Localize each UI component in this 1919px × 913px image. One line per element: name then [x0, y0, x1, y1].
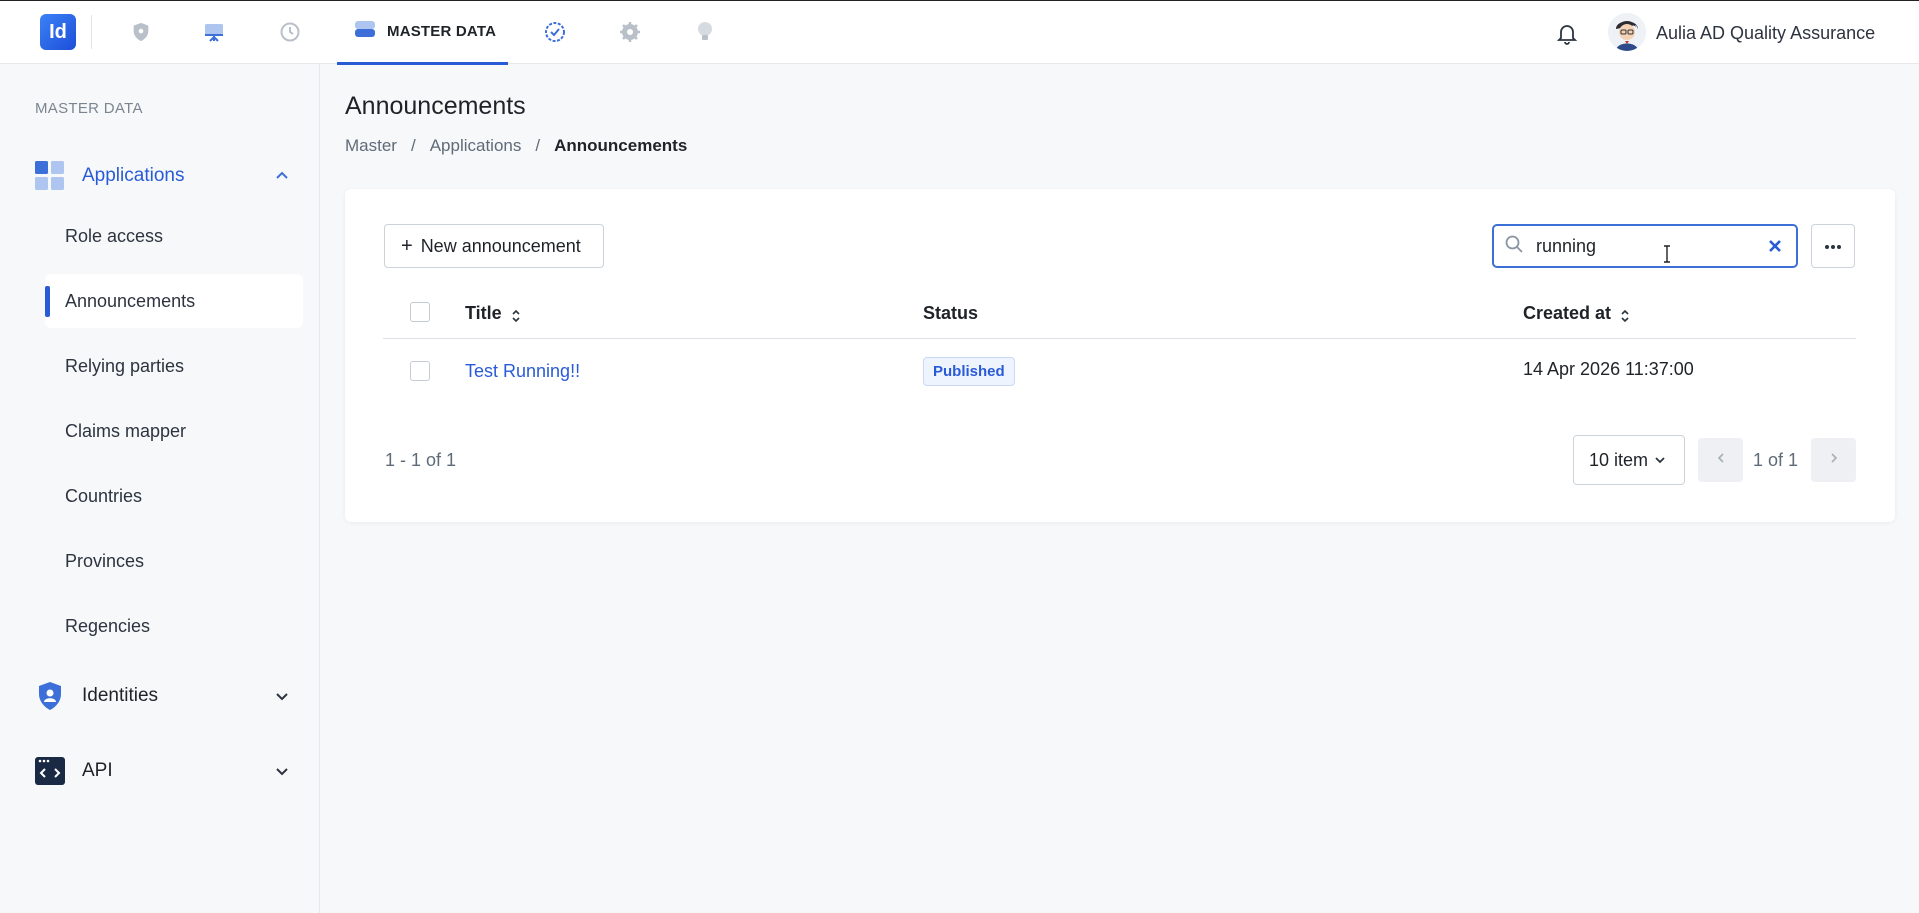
page-size-value: 10 item [1589, 449, 1649, 470]
chevron-down-icon [274, 763, 290, 779]
chevron-right-icon [1829, 451, 1839, 469]
select-all-checkbox[interactable] [410, 302, 430, 322]
more-horizontal-icon [1824, 237, 1842, 255]
breadcrumb: Master / Applications / Announcements [345, 136, 687, 156]
logo-divider [91, 15, 92, 49]
announcements-card: + New announcement Title Status Created … [345, 189, 1895, 522]
plus-icon: + [401, 234, 413, 257]
shield-icon[interactable] [128, 19, 154, 45]
sidebar-item-claims-mapper[interactable]: Claims mapper [45, 404, 303, 458]
sidebar-section-label: MASTER DATA [35, 100, 143, 117]
sort-icon[interactable] [510, 307, 522, 322]
next-page-button[interactable] [1811, 438, 1856, 482]
text-cursor-icon [1662, 245, 1672, 263]
sidebar-group-identities[interactable]: Identities [34, 678, 296, 714]
breadcrumb-item-applications[interactable]: Applications [430, 136, 522, 156]
column-created-at-label: Created at [1523, 303, 1612, 323]
bell-icon[interactable] [1555, 21, 1579, 45]
logo-text: Id [49, 20, 67, 43]
dashboard-icon[interactable] [201, 19, 227, 45]
breadcrumb-item-current: Announcements [554, 136, 688, 155]
grid-icon [34, 160, 66, 192]
column-created-at[interactable]: Created at [1523, 303, 1631, 324]
user-name[interactable]: Aulia AD Quality Assurance [1656, 23, 1875, 44]
page-title: Announcements [345, 92, 526, 120]
sidebar-item-label: Relying parties [65, 355, 185, 376]
app-logo[interactable]: Id [40, 14, 76, 50]
chevron-up-icon [274, 168, 290, 184]
sidebar-item-regencies[interactable]: Regencies [45, 599, 303, 653]
sidebar-item-relying-parties[interactable]: Relying parties [45, 339, 303, 393]
chevron-left-icon [1716, 451, 1726, 469]
lightbulb-icon[interactable] [692, 19, 718, 45]
sidebar-item-label: Provinces [65, 550, 145, 571]
user-shield-icon [34, 680, 66, 712]
prev-page-button[interactable] [1698, 438, 1743, 482]
table-header: Title Status Created at [383, 285, 1856, 339]
search-box[interactable] [1492, 224, 1798, 268]
page-indicator: 1 of 1 [1753, 450, 1799, 470]
sidebar-item-countries[interactable]: Countries [45, 469, 303, 523]
search-icon [1504, 234, 1524, 259]
sidebar-group-label: API [82, 760, 113, 781]
sidebar-group-applications[interactable]: Applications [34, 158, 296, 194]
new-announcement-label: New announcement [420, 235, 581, 256]
announcement-title-link[interactable]: Test Running!! [465, 361, 580, 382]
top-navbar: Id MASTER DATA Aulia AD Quality Assuranc… [0, 0, 1919, 65]
badge-check-icon[interactable] [542, 19, 568, 45]
table-row: Test Running!! Published 14 Apr 2026 11:… [383, 339, 1856, 403]
sidebar-item-label: Regencies [65, 615, 151, 636]
column-status: Status [923, 303, 978, 324]
chevron-down-icon [1654, 450, 1666, 471]
sidebar: MASTER DATA Applications Role access Ann… [0, 64, 320, 913]
breadcrumb-item-master[interactable]: Master [345, 136, 397, 156]
column-status-label: Status [923, 303, 979, 323]
history-icon[interactable] [277, 19, 303, 45]
chevron-down-icon [274, 688, 290, 704]
page-size-select[interactable]: 10 item [1573, 435, 1685, 485]
status-badge: Published [923, 357, 1015, 386]
database-icon [353, 18, 377, 45]
gear-icon[interactable] [617, 19, 643, 45]
sort-icon[interactable] [1619, 307, 1631, 322]
breadcrumb-separator: / [410, 136, 416, 155]
sidebar-group-api[interactable]: API [34, 753, 296, 789]
tab-master-data-label: MASTER DATA [387, 23, 497, 40]
column-title[interactable]: Title [465, 303, 522, 324]
row-checkbox[interactable] [410, 361, 430, 381]
pagination-range: 1 - 1 of 1 [385, 450, 457, 470]
new-announcement-button[interactable]: + New announcement [384, 224, 604, 268]
sidebar-group-label: Identities [82, 685, 159, 706]
more-options-button[interactable] [1811, 224, 1855, 268]
breadcrumb-separator: / [535, 136, 541, 155]
sidebar-item-label: Countries [65, 485, 143, 506]
avatar[interactable] [1608, 13, 1646, 51]
tab-master-data[interactable]: MASTER DATA [337, 1, 508, 65]
sidebar-item-role-access[interactable]: Role access [45, 209, 303, 263]
created-at-value: 14 Apr 2026 11:37:00 [1523, 359, 1694, 379]
code-window-icon [34, 755, 66, 787]
column-title-label: Title [465, 303, 502, 323]
sidebar-item-announcements[interactable]: Announcements [45, 274, 303, 328]
search-input[interactable] [1536, 235, 1746, 257]
clear-search-icon[interactable] [1766, 237, 1784, 255]
sidebar-item-label: Role access [65, 225, 164, 246]
sidebar-group-label: Applications [82, 165, 185, 186]
sidebar-item-label: Announcements [65, 290, 196, 311]
sidebar-item-provinces[interactable]: Provinces [45, 534, 303, 588]
sidebar-item-label: Claims mapper [65, 420, 187, 441]
